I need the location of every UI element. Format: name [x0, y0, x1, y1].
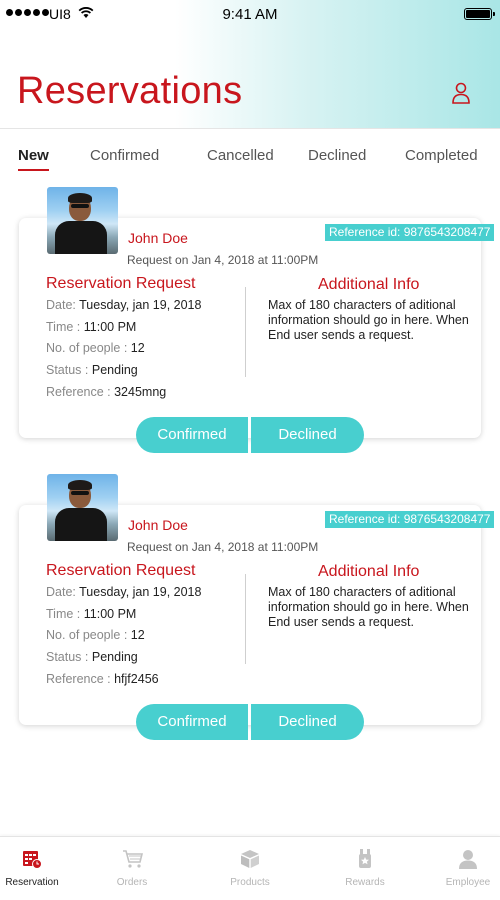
- additional-info-heading: Additional Info: [318, 563, 420, 580]
- nav-rewards[interactable]: Rewards: [315, 837, 415, 900]
- confirm-button[interactable]: Confirmed: [136, 704, 248, 740]
- status-label: Status :: [46, 650, 89, 664]
- nav-label: Reservation: [5, 877, 59, 888]
- reservation-date: Date: Tuesday, jan 19, 2018: [46, 298, 201, 312]
- people-label: No. of people :: [46, 628, 128, 642]
- reference-id-badge: Reference id: 9876543208477: [325, 224, 495, 241]
- profile-icon[interactable]: [451, 82, 471, 104]
- date-value: Tuesday, jan 19, 2018: [79, 298, 202, 312]
- clock-time: 9:41 AM: [222, 6, 278, 23]
- reservation-status: Status : Pending: [46, 363, 138, 377]
- date-label: Date:: [46, 298, 76, 312]
- customer-name[interactable]: John Doe: [128, 517, 188, 533]
- page-title: Reservations: [17, 70, 243, 112]
- tab-new[interactable]: New: [18, 147, 49, 171]
- additional-info-text: Max of 180 characters of aditional infor…: [268, 298, 469, 342]
- additional-info-text: Max of 180 characters of aditional infor…: [268, 585, 469, 629]
- reservation-icon: [23, 851, 42, 869]
- nav-employee[interactable]: Employee: [418, 837, 500, 900]
- nav-products[interactable]: Products: [200, 837, 300, 900]
- tab-confirmed[interactable]: Confirmed: [90, 147, 159, 164]
- avatar: [47, 187, 118, 254]
- customer-name[interactable]: John Doe: [128, 230, 188, 246]
- nav-label: Products: [230, 877, 270, 888]
- avatar: [47, 474, 118, 541]
- reference-id-badge: Reference id: 9876543208477: [325, 511, 495, 528]
- reference-label: Reference :: [46, 385, 111, 399]
- reservation-request-heading: Reservation Request: [46, 562, 196, 579]
- reservation-card: John Doe Request on Jan 4, 2018 at 11:00…: [0, 187, 500, 457]
- nav-reservation[interactable]: Reservation: [0, 837, 82, 900]
- reference-label: Reference :: [46, 672, 111, 686]
- reservation-date: Date: Tuesday, jan 19, 2018: [46, 585, 201, 599]
- request-timestamp: Request on Jan 4, 2018 at 11:00PM: [127, 540, 319, 554]
- time-label: Time :: [46, 607, 81, 621]
- status-bar: UI8 9:41 AM: [0, 0, 500, 28]
- status-tabs: New Confirmed Cancelled Declined Complet…: [0, 128, 500, 184]
- app-header: UI8 9:41 AM Reservations: [0, 0, 500, 128]
- time-value: 11:00 PM: [83, 607, 137, 621]
- status-value: Pending: [91, 363, 138, 377]
- nav-label: Orders: [116, 877, 148, 888]
- time-label: Time :: [46, 320, 81, 334]
- column-divider: [245, 574, 246, 664]
- reservation-people: No. of people : 12: [46, 628, 145, 642]
- tab-cancelled[interactable]: Cancelled: [207, 147, 274, 164]
- status-value: Pending: [91, 650, 138, 664]
- additional-info-heading: Additional Info: [318, 276, 420, 293]
- person-icon: [459, 850, 477, 869]
- confirm-button[interactable]: Confirmed: [136, 417, 248, 453]
- date-label: Date:: [46, 585, 76, 599]
- column-divider: [245, 287, 246, 377]
- request-timestamp: Request on Jan 4, 2018 at 11:00PM: [127, 253, 319, 267]
- reservation-request-heading: Reservation Request: [46, 275, 196, 292]
- reservation-people: No. of people : 12: [46, 341, 145, 355]
- reservation-time: Time : 11:00 PM: [46, 320, 136, 334]
- decline-button[interactable]: Declined: [251, 417, 364, 453]
- status-label: Status :: [46, 363, 89, 377]
- tab-completed[interactable]: Completed: [405, 147, 478, 164]
- decline-button[interactable]: Declined: [251, 704, 364, 740]
- time-value: 11:00 PM: [83, 320, 137, 334]
- tab-declined[interactable]: Declined: [308, 147, 366, 164]
- people-value: 12: [130, 341, 145, 355]
- reservation-time: Time : 11:00 PM: [46, 607, 136, 621]
- box-icon: [241, 850, 259, 868]
- reservation-card: John Doe Request on Jan 4, 2018 at 11:00…: [0, 474, 500, 744]
- nav-orders[interactable]: Orders: [82, 837, 182, 900]
- cart-icon: [123, 850, 144, 868]
- reference-value: 3245mng: [114, 385, 167, 399]
- reservation-status: Status : Pending: [46, 650, 138, 664]
- reservation-reference: Reference : hfjf2456: [46, 672, 159, 686]
- bottom-navigation: Reservation Orders Products Rewards Empl…: [0, 836, 500, 900]
- battery-icon: [464, 8, 495, 20]
- reservation-reference: Reference : 3245mng: [46, 385, 166, 399]
- reference-value: hfjf2456: [114, 672, 159, 686]
- nav-label: Employee: [445, 877, 491, 888]
- medal-icon: [359, 849, 371, 868]
- people-value: 12: [130, 628, 145, 642]
- nav-label: Rewards: [345, 877, 385, 888]
- people-label: No. of people :: [46, 341, 128, 355]
- date-value: Tuesday, jan 19, 2018: [79, 585, 202, 599]
